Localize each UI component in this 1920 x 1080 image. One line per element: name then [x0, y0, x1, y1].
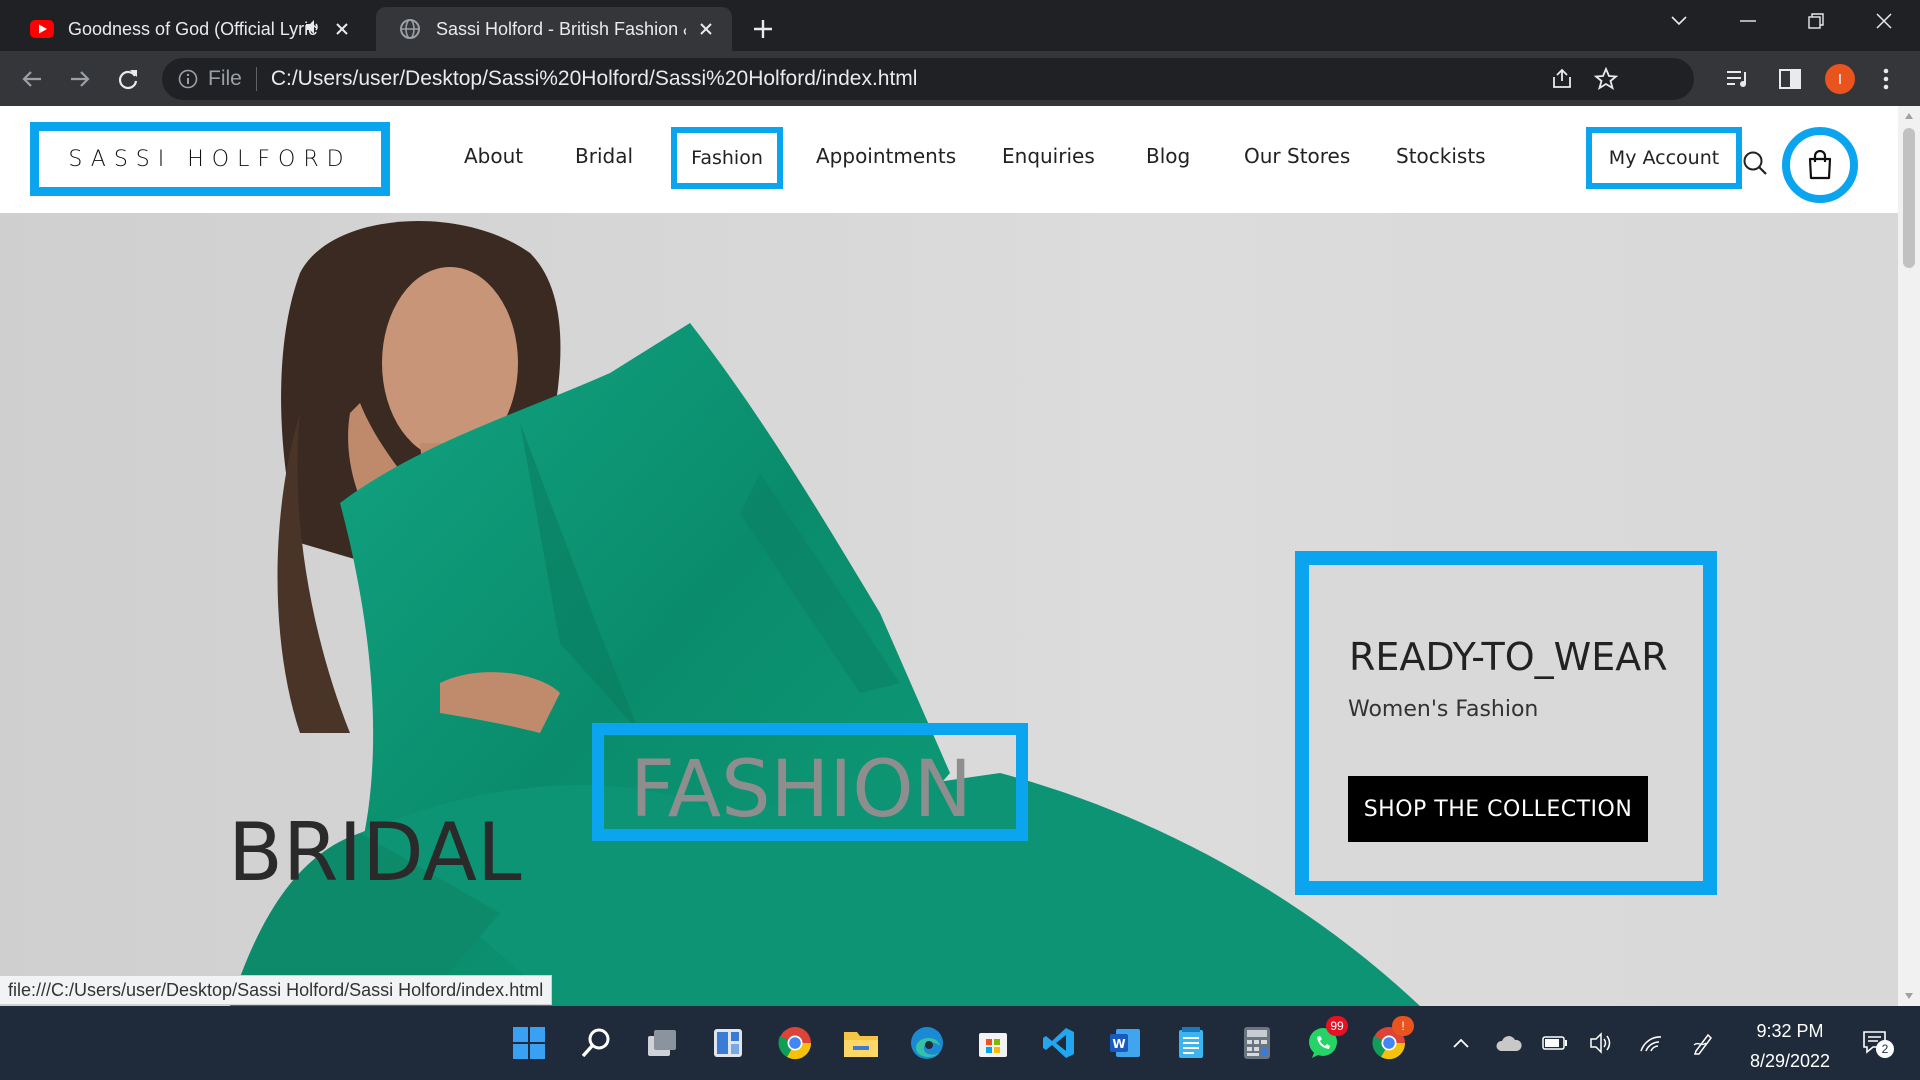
- my-account-link[interactable]: My Account: [1586, 127, 1742, 189]
- shop-collection-button[interactable]: SHOP THE COLLECTION: [1348, 776, 1648, 842]
- reload-button[interactable]: [110, 61, 146, 97]
- chevron-down-icon: [1671, 16, 1687, 26]
- nav-enquiries[interactable]: Enquiries: [1002, 144, 1095, 168]
- nav-fashion[interactable]: Fashion: [671, 127, 783, 189]
- nav-about[interactable]: About: [464, 144, 523, 168]
- page-scrollbar[interactable]: [1898, 106, 1920, 1006]
- panel-title: READY-TO_WEAR: [1349, 635, 1668, 679]
- nav-stockists[interactable]: Stockists: [1396, 144, 1486, 168]
- wifi-icon[interactable]: [1636, 1028, 1666, 1058]
- vscode-icon[interactable]: [1038, 1022, 1080, 1064]
- bridal-category-link[interactable]: BRIDAL: [228, 813, 522, 893]
- shopping-bag-icon: [1808, 150, 1832, 180]
- system-clock[interactable]: 9:32 PM 8/29/2022: [1730, 1016, 1850, 1076]
- plus-icon: [754, 20, 772, 38]
- notepad-icon[interactable]: [1170, 1022, 1212, 1064]
- scroll-down-icon[interactable]: [1903, 990, 1915, 1002]
- task-view-icon[interactable]: [641, 1022, 683, 1064]
- restore-icon: [1808, 13, 1824, 29]
- arrow-left-icon: [22, 71, 41, 87]
- notification-count: 2: [1876, 1040, 1894, 1058]
- site-header: SASSI HOLFORD About Bridal Fashion Appoi…: [0, 106, 1898, 213]
- notification-center-icon[interactable]: 2: [1856, 1028, 1896, 1058]
- taskbar: W 99 ! 9:32 PM 8/29/2022 2: [0, 1006, 1920, 1080]
- whatsapp-badge: 99: [1326, 1016, 1348, 1036]
- shopping-bag-button[interactable]: [1782, 127, 1858, 203]
- file-explorer-icon[interactable]: [840, 1022, 882, 1064]
- share-icon[interactable]: [1550, 67, 1574, 96]
- globe-icon: [398, 17, 422, 41]
- my-account-label: My Account: [1608, 147, 1720, 169]
- widgets-icon[interactable]: [707, 1022, 749, 1064]
- close-icon: [1876, 13, 1892, 29]
- youtube-icon: [30, 17, 54, 41]
- arrow-right-icon: [71, 71, 90, 87]
- site-logo[interactable]: SASSI HOLFORD: [30, 122, 390, 196]
- scroll-up-icon[interactable]: [1903, 110, 1915, 122]
- new-tab-button[interactable]: [746, 12, 780, 46]
- word-icon[interactable]: W: [1104, 1022, 1146, 1064]
- svg-text:W: W: [1112, 1037, 1125, 1051]
- scheme-label: File: [208, 67, 242, 90]
- close-tab-icon[interactable]: [694, 17, 718, 41]
- chrome-badge: !: [1392, 1016, 1414, 1036]
- divider: [255, 67, 257, 91]
- link-status-tooltip: file:///C:/Users/user/Desktop/Sassi Holf…: [0, 975, 553, 1005]
- fashion-category-label: FASHION: [630, 745, 972, 835]
- page-viewport: SASSI HOLFORD About Bridal Fashion Appoi…: [0, 106, 1898, 1006]
- star-icon[interactable]: [1593, 66, 1619, 96]
- tab-strip: Goodness of God (Official Lyric Sassi Ho…: [0, 0, 1920, 51]
- chrome-icon[interactable]: [774, 1022, 816, 1064]
- info-icon[interactable]: [178, 69, 198, 89]
- back-button[interactable]: [14, 61, 50, 97]
- onedrive-icon[interactable]: [1494, 1028, 1524, 1058]
- nav-appointments[interactable]: Appointments: [816, 144, 956, 168]
- ready-to-wear-panel: READY-TO_WEAR Women's Fashion SHOP THE C…: [1295, 551, 1717, 895]
- tab-search-button[interactable]: [1656, 6, 1702, 36]
- search-icon[interactable]: [1742, 150, 1768, 176]
- chevron-up-icon[interactable]: [1446, 1028, 1476, 1058]
- nav-blog[interactable]: Blog: [1146, 144, 1190, 168]
- kebab-menu-icon[interactable]: [1870, 63, 1902, 95]
- nav-fashion-label: Fashion: [691, 147, 763, 169]
- tab-youtube[interactable]: Goodness of God (Official Lyric: [8, 7, 368, 51]
- nav-our-stores[interactable]: Our Stores: [1244, 144, 1350, 168]
- hero-banner: READY-TO_WEAR Women's Fashion SHOP THE C…: [0, 213, 1898, 1006]
- close-window-button[interactable]: [1861, 6, 1907, 36]
- edge-icon[interactable]: [906, 1022, 948, 1064]
- calculator-icon[interactable]: [1236, 1022, 1278, 1064]
- minimize-icon: [1740, 20, 1756, 22]
- tab-title: Sassi Holford - British Fashion &: [436, 18, 686, 39]
- panel-subtitle: Women's Fashion: [1348, 697, 1539, 722]
- browser-toolbar: File C:/Users/user/Desktop/Sassi%20Holfo…: [0, 51, 1920, 106]
- volume-icon[interactable]: [1586, 1028, 1616, 1058]
- clock-date: 8/29/2022: [1749, 1051, 1831, 1071]
- forward-button[interactable]: [62, 61, 98, 97]
- tab-sassi-holford[interactable]: Sassi Holford - British Fashion &: [376, 7, 732, 51]
- pen-icon[interactable]: [1688, 1028, 1718, 1058]
- start-button[interactable]: [508, 1022, 550, 1064]
- clock-time: 9:32 PM: [1756, 1021, 1824, 1041]
- side-panel-icon[interactable]: [1774, 63, 1806, 95]
- taskbar-search-icon[interactable]: [575, 1022, 617, 1064]
- chrome-active-icon[interactable]: !: [1368, 1016, 1414, 1064]
- url-text[interactable]: C:/Users/user/Desktop/Sassi%20Holford/Sa…: [271, 67, 918, 91]
- scroll-thumb[interactable]: [1903, 128, 1915, 268]
- nav-bridal[interactable]: Bridal: [575, 144, 633, 168]
- media-control-icon[interactable]: [1722, 63, 1754, 95]
- speaker-icon[interactable]: [304, 18, 322, 41]
- restore-button[interactable]: [1793, 6, 1839, 36]
- windows-icon: [513, 1027, 545, 1059]
- close-tab-icon[interactable]: [330, 17, 354, 41]
- fashion-category-link[interactable]: FASHION: [592, 723, 1028, 841]
- tab-title: Goodness of God (Official Lyric: [68, 18, 318, 39]
- whatsapp-icon[interactable]: 99: [1302, 1016, 1348, 1064]
- logo-text: SASSI HOLFORD: [68, 146, 352, 172]
- reload-icon: [118, 70, 138, 90]
- microsoft-store-icon[interactable]: [972, 1022, 1014, 1064]
- minimize-button[interactable]: [1725, 6, 1771, 36]
- battery-icon[interactable]: [1540, 1028, 1570, 1058]
- profile-avatar[interactable]: I: [1825, 64, 1855, 94]
- address-bar[interactable]: File C:/Users/user/Desktop/Sassi%20Holfo…: [162, 58, 1694, 100]
